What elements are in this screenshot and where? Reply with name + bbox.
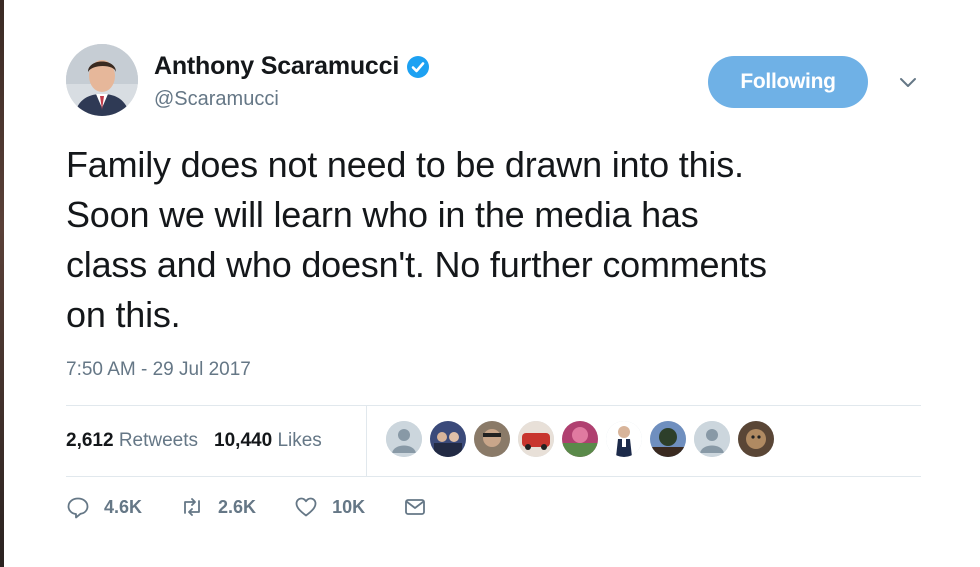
stats-separator <box>366 406 367 476</box>
divider <box>66 476 921 477</box>
liker-avatar[interactable] <box>738 421 774 457</box>
retweets-label: Retweets <box>118 430 199 451</box>
following-button[interactable]: Following <box>708 56 868 108</box>
envelope-icon <box>405 499 425 515</box>
author-handle[interactable]: @Scaramucci <box>154 88 279 111</box>
author-name-row: Anthony Scaramucci <box>154 52 430 81</box>
default-avatar-icon <box>386 421 422 457</box>
tweet-text-line: Soon we will learn who in the media has <box>66 194 699 235</box>
liker-avatar[interactable] <box>430 421 466 457</box>
liker-avatars <box>386 421 782 457</box>
liker-avatar[interactable] <box>650 421 686 457</box>
reply-button[interactable]: 4.6K <box>66 495 142 519</box>
heart-icon <box>295 497 317 517</box>
default-avatar-icon <box>694 421 730 457</box>
tweet-timestamp[interactable]: 7:50 AM - 29 Jul 2017 <box>66 359 251 381</box>
liker-photo-icon <box>474 421 510 457</box>
author-name[interactable]: Anthony Scaramucci <box>154 52 399 81</box>
tweet-header: Anthony Scaramucci @Scaramucci Following <box>66 44 926 124</box>
liker-photo-icon <box>562 421 598 457</box>
retweets-stat[interactable]: 2,612 Retweets <box>66 430 198 452</box>
tweet-actions: 4.6K 2.6K 10K <box>66 495 465 519</box>
reply-count: 4.6K <box>104 496 143 517</box>
liker-avatar[interactable] <box>474 421 510 457</box>
retweet-count: 2.6K <box>218 496 257 517</box>
retweet-icon <box>184 498 200 516</box>
likes-label: Likes <box>277 430 322 451</box>
like-button[interactable]: 10K <box>294 495 365 519</box>
message-button[interactable] <box>403 495 427 519</box>
liker-avatar[interactable] <box>562 421 598 457</box>
liker-avatar[interactable] <box>606 421 642 457</box>
avatar-photo-icon <box>66 44 138 116</box>
tweet-text-line: class and who doesn't. No further commen… <box>66 244 767 285</box>
retweet-button[interactable]: 2.6K <box>180 495 256 519</box>
tweet-text-line: Family does not need to be drawn into th… <box>66 144 744 185</box>
like-count: 10K <box>332 496 366 517</box>
liker-photo-icon <box>650 421 686 457</box>
tweet-text: Family does not need to be drawn into th… <box>66 140 946 340</box>
likes-count: 10,440 <box>214 430 273 451</box>
liker-photo-icon <box>606 421 642 457</box>
liker-photo-icon <box>430 421 466 457</box>
window-edge <box>0 0 4 567</box>
likes-stat[interactable]: 10,440 Likes <box>214 430 322 452</box>
liker-avatar[interactable] <box>694 421 730 457</box>
verified-badge-icon <box>407 55 430 78</box>
reply-icon <box>67 497 89 519</box>
liker-photo-icon <box>738 421 774 457</box>
retweets-count: 2,612 <box>66 430 114 451</box>
liker-avatar[interactable] <box>518 421 554 457</box>
avatar[interactable] <box>66 44 138 116</box>
liker-avatar[interactable] <box>386 421 422 457</box>
liker-photo-icon <box>518 421 554 457</box>
tweet-text-line: on this. <box>66 294 181 335</box>
tweet-stats: 2,612 Retweets 10,440 Likes <box>66 406 921 476</box>
chevron-down-icon[interactable] <box>898 72 918 92</box>
